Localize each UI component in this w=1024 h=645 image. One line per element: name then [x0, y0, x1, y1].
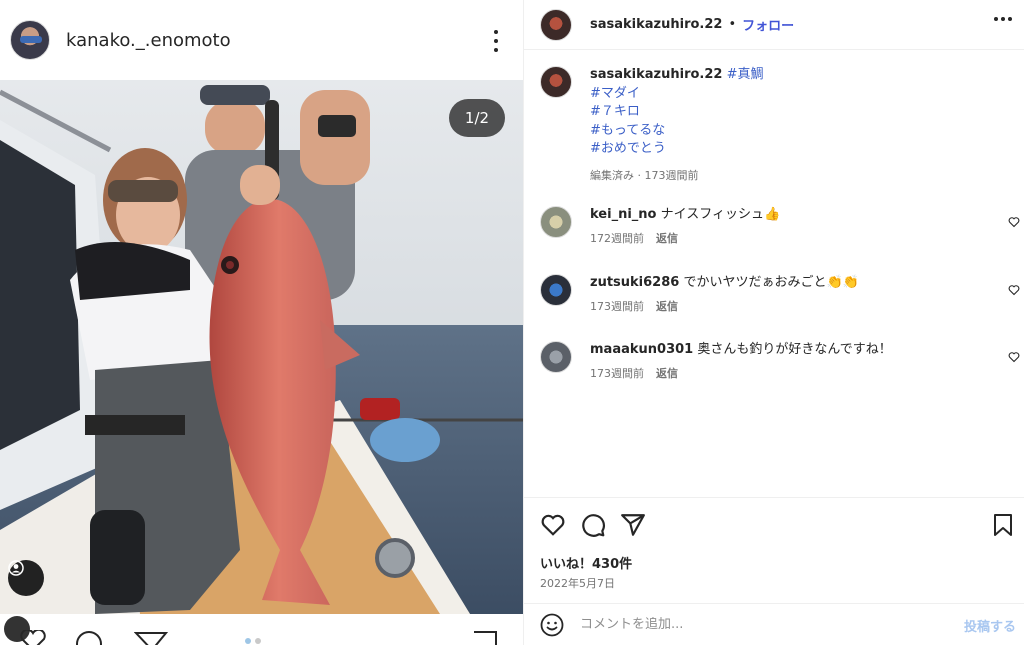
comment-item: kei_ni_no ナイスフィッシュ👍 172週間前 返信	[540, 206, 1024, 248]
comment-time: 173週間前	[590, 367, 644, 380]
comment-icon[interactable]	[580, 512, 606, 538]
poster-avatar[interactable]	[540, 8, 572, 41]
commenter-username[interactable]: maaakun0301	[590, 342, 693, 357]
post-header: sasakikazuhiro.22 • フォロー	[524, 0, 1024, 50]
hashtag-link[interactable]: #真鯛	[727, 67, 764, 82]
caption-username[interactable]: sasakikazuhiro.22	[590, 67, 722, 82]
carousel-dots-icon	[245, 638, 261, 644]
background-post-header: kanako._.enomoto	[0, 0, 523, 80]
caption: sasakikazuhiro.22 #真鯛 #マダイ #７キロ #もってるな #…	[540, 66, 1010, 185]
comment-icon[interactable]	[74, 630, 104, 645]
comment-heart-icon[interactable]	[1008, 216, 1020, 228]
reply-button[interactable]: 返信	[656, 365, 678, 383]
photo-counter: 1/2	[449, 99, 505, 137]
share-icon[interactable]	[620, 512, 646, 538]
comment-text: ナイスフィッシュ👍	[660, 207, 781, 222]
commenter-avatar[interactable]	[540, 206, 572, 238]
hashtag-link[interactable]: #マダイ	[590, 85, 764, 104]
actions-divider	[524, 497, 1024, 498]
caption-body: sasakikazuhiro.22 #真鯛 #マダイ #７キロ #もってるな #…	[590, 66, 764, 185]
author-username[interactable]: kanako._.enomoto	[66, 30, 231, 51]
comment-time: 173週間前	[590, 300, 644, 313]
action-bar	[540, 510, 1012, 540]
more-icon[interactable]	[994, 17, 1012, 21]
comment-time: 172週間前	[590, 232, 644, 245]
comment-item: zutsuki6286 でかいヤツだぁおみごと👏👏 173週間前 返信	[540, 274, 1024, 316]
comment-body: kei_ni_no ナイスフィッシュ👍 172週間前 返信	[590, 206, 980, 248]
background-post-actions	[0, 614, 523, 645]
caption-meta: 編集済み · 173週間前	[590, 168, 699, 182]
commenter-avatar[interactable]	[540, 274, 572, 306]
post-date: 2022年5月7日	[540, 577, 615, 590]
post-photo[interactable]: 1/2	[0, 80, 523, 614]
comment-heart-icon[interactable]	[1008, 284, 1020, 296]
share-icon[interactable]	[134, 630, 168, 645]
post-detail-panel: sasakikazuhiro.22 • フォロー sasakikazuhiro.…	[524, 0, 1024, 645]
background-post: kanako._.enomoto 1/2	[0, 0, 523, 645]
comment-input[interactable]	[580, 617, 940, 632]
poster-username[interactable]: sasakikazuhiro.22	[590, 17, 722, 32]
more-options-icon[interactable]	[493, 30, 499, 52]
comment-composer: 投稿する	[524, 604, 1024, 645]
header-separator: •	[728, 17, 737, 32]
bookmark-icon[interactable]	[470, 630, 500, 645]
commenter-avatar[interactable]	[540, 341, 572, 373]
likes-count[interactable]: いいね！430件	[540, 553, 632, 572]
comment-body: zutsuki6286 でかいヤツだぁおみごと👏👏 173週間前 返信	[590, 274, 980, 316]
author-avatar[interactable]	[10, 20, 50, 60]
bookmark-icon[interactable]	[992, 512, 1014, 538]
caption-avatar[interactable]	[540, 66, 572, 98]
comment-text: でかいヤツだぁおみごと👏👏	[683, 275, 859, 290]
comment-body: maaakun0301 奥さんも釣りが好きなんですね！ 173週間前 返信	[590, 341, 980, 383]
reply-button[interactable]: 返信	[656, 298, 678, 316]
comment-text: 奥さんも釣りが好きなんですね！	[697, 342, 892, 357]
heart-icon[interactable]	[540, 512, 566, 538]
user-tag-icon[interactable]	[8, 560, 44, 596]
reply-button[interactable]: 返信	[656, 230, 678, 248]
emoji-icon[interactable]	[540, 613, 564, 637]
commenter-username[interactable]: kei_ni_no	[590, 207, 656, 222]
photo-illustration	[0, 80, 523, 614]
follow-button[interactable]: フォロー	[742, 15, 794, 34]
hashtag-link[interactable]: #７キロ	[590, 103, 764, 122]
commenter-username[interactable]: zutsuki6286	[590, 275, 679, 290]
post-comment-button[interactable]: 投稿する	[964, 616, 1016, 635]
hashtag-link[interactable]: #もってるな	[590, 122, 764, 141]
comment-item: maaakun0301 奥さんも釣りが好きなんですね！ 173週間前 返信	[540, 341, 1024, 383]
comment-heart-icon[interactable]	[1008, 351, 1020, 363]
heart-icon[interactable]	[18, 630, 48, 645]
hashtag-link[interactable]: #おめでとう	[590, 140, 764, 159]
